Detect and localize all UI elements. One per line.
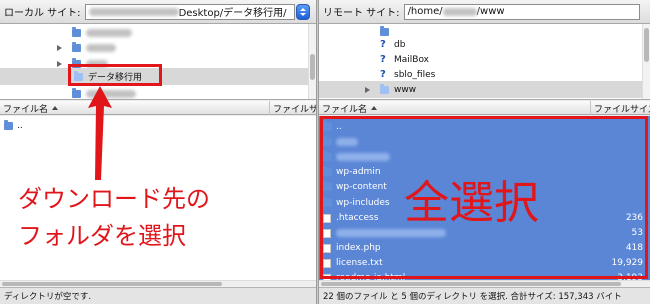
- folder-icon: [380, 83, 389, 94]
- folder-icon: [4, 120, 13, 130]
- question-mark-icon: ?: [380, 68, 386, 80]
- folder-icon: [72, 41, 81, 52]
- file-row[interactable]: ..: [0, 118, 316, 133]
- local-directory-tree[interactable]: データ移行用: [0, 24, 316, 100]
- scrollbar-thumb[interactable]: [2, 282, 222, 286]
- remote-directory-tree[interactable]: ? db ? MailBox ? sblo_files www: [319, 24, 650, 100]
- remote-site-bar: リモート サイト: /home/ /www: [319, 0, 650, 24]
- chevron-up-icon: [299, 7, 306, 11]
- folder-icon: [380, 25, 389, 36]
- annotation-highlight-destination: [68, 64, 162, 86]
- annotation-caption-line1: ダウンロード先の: [18, 185, 210, 213]
- local-column-header: ファイル名 ファイルサ: [0, 101, 316, 115]
- remote-path-field[interactable]: /home/ /www: [403, 3, 640, 20]
- scrollbar-thumb[interactable]: [644, 28, 649, 62]
- tree-item[interactable]: [0, 85, 316, 99]
- annotation-caption-line2: フォルダを選択: [18, 222, 186, 250]
- tree-item[interactable]: [0, 39, 316, 56]
- column-name-label: ファイル名: [322, 104, 368, 115]
- column-name-header[interactable]: ファイル名: [319, 101, 591, 115]
- disclosure-triangle-icon[interactable]: [57, 60, 62, 67]
- local-site-label: ローカル サイト:: [4, 8, 81, 19]
- question-mark-icon: ?: [380, 53, 386, 65]
- redacted-text: [442, 7, 477, 16]
- column-size-label: ファイルサイズ: [594, 104, 650, 115]
- local-path-value: Desktop/データ移行用/: [178, 8, 287, 19]
- redacted-text: [88, 7, 179, 16]
- local-status-bar: ディレクトリが空です.: [0, 287, 316, 304]
- local-site-bar: ローカル サイト: Desktop/データ移行用/: [0, 0, 316, 24]
- remote-horizontal-scrollbar[interactable]: [319, 280, 650, 287]
- column-name-label: ファイル名: [3, 104, 49, 115]
- chevron-down-icon: [299, 12, 306, 16]
- question-mark-icon: ?: [380, 38, 386, 50]
- local-pane: ローカル サイト: Desktop/データ移行用/ データ移行用 ファイル名 フ…: [0, 0, 316, 304]
- column-size-label: ファイルサ: [273, 104, 316, 115]
- tree-item-label: www: [394, 84, 417, 95]
- local-path-dropdown-button[interactable]: [295, 3, 310, 20]
- column-size-header[interactable]: ファイルサイズ: [591, 101, 650, 115]
- disclosure-triangle-icon[interactable]: [365, 86, 370, 93]
- tree-scrollbar[interactable]: [642, 24, 650, 99]
- tree-scrollbar[interactable]: [308, 24, 316, 99]
- tree-item-selected[interactable]: www: [319, 81, 650, 98]
- file-name: ..: [17, 120, 23, 131]
- annotation-select-all-label: 全選択: [404, 176, 540, 229]
- remote-path-prefix: /home/: [407, 6, 443, 17]
- sort-ascending-icon: [52, 106, 59, 110]
- remote-path-suffix: /www: [476, 6, 505, 17]
- redacted-text: [86, 43, 116, 52]
- remote-site-label: リモート サイト:: [323, 8, 400, 19]
- tree-item-label: MailBox: [394, 54, 430, 65]
- local-path-field[interactable]: Desktop/データ移行用/: [84, 3, 295, 20]
- redacted-text: [86, 28, 132, 37]
- tree-item-label: db: [394, 39, 406, 50]
- scrollbar-thumb[interactable]: [321, 282, 621, 286]
- local-horizontal-scrollbar[interactable]: [0, 280, 316, 287]
- disclosure-triangle-icon[interactable]: [57, 44, 62, 51]
- scrollbar-thumb[interactable]: [310, 54, 315, 80]
- remote-column-header: ファイル名 ファイルサイズ: [319, 101, 650, 115]
- tree-item-label: sblo_files: [394, 69, 436, 80]
- folder-icon: [72, 26, 81, 37]
- sort-ascending-icon: [371, 106, 378, 110]
- column-size-header[interactable]: ファイルサ: [270, 101, 316, 115]
- annotation-arrow-icon: [88, 86, 112, 180]
- column-name-header[interactable]: ファイル名: [0, 101, 270, 115]
- remote-status-bar: 22 個のファイル と 5 個のディレクトリ を選択. 合計サイズ: 157,3…: [319, 287, 650, 304]
